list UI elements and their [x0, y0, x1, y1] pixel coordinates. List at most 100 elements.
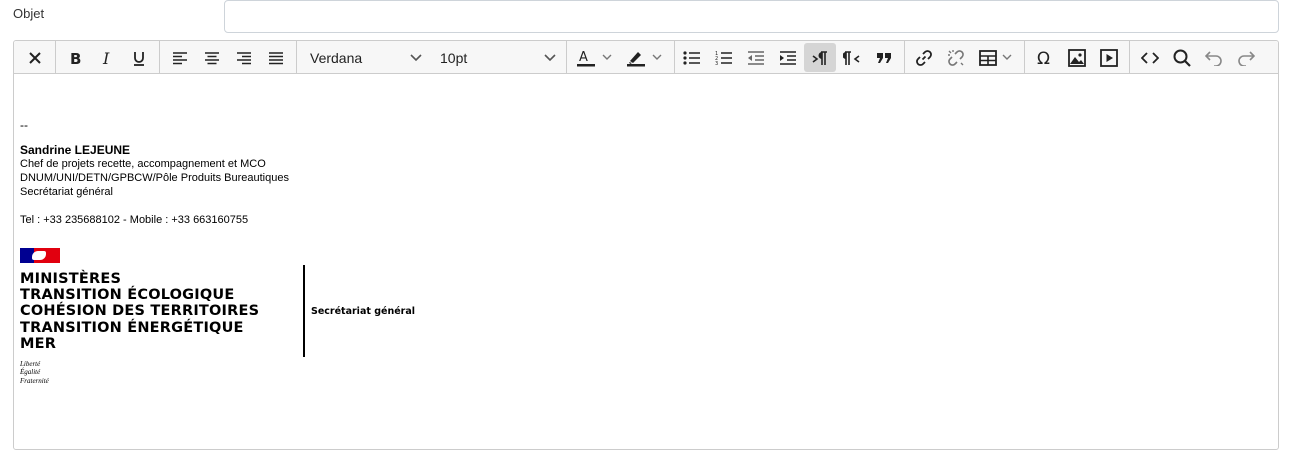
ministry-line: TRANSITION ÉNERGÉTIQUE	[20, 319, 244, 336]
outdent-button[interactable]	[740, 43, 772, 72]
toolbar-separator	[1024, 41, 1025, 73]
align-center-button[interactable]	[196, 43, 228, 72]
redo-button[interactable]	[1230, 43, 1262, 72]
font-family-select[interactable]: Verdana	[298, 43, 430, 72]
highlight-color-button[interactable]	[620, 43, 668, 72]
chevron-down-icon	[652, 54, 662, 60]
numbered-list-button[interactable]: 123	[708, 43, 740, 72]
toolbar-separator	[566, 41, 567, 73]
chevron-down-icon	[544, 53, 556, 61]
justify-icon	[269, 51, 283, 64]
svg-text:B: B	[70, 50, 81, 66]
underline-button[interactable]	[123, 43, 155, 72]
underline-icon	[134, 51, 144, 66]
font-family-value: Verdana	[310, 49, 363, 66]
toolbar-separator	[904, 41, 905, 73]
align-right-icon	[237, 51, 251, 64]
paragraph-rtl-icon	[843, 50, 860, 65]
undo-icon	[1205, 50, 1222, 66]
toolbar-separator	[674, 41, 675, 73]
rich-text-editor: B I Verdana 10pt A 1 2 3 Ω -- Sandrine L…	[13, 40, 1279, 450]
rtl-button[interactable]	[836, 43, 868, 72]
bullet-list-icon	[683, 50, 700, 65]
highlighter-icon	[627, 51, 645, 66]
indent-icon	[780, 50, 796, 65]
table-button[interactable]	[972, 43, 1018, 72]
source-code-button[interactable]	[1134, 43, 1166, 72]
signature-department: DNUM/UNI/DETN/GPBCW/Pôle Produits Bureau…	[20, 172, 289, 184]
blockquote-button[interactable]	[868, 43, 900, 72]
outdent-icon	[748, 50, 764, 65]
link-button[interactable]	[908, 43, 940, 72]
image-icon	[1068, 48, 1086, 67]
toolbar-separator	[55, 41, 56, 73]
svg-text:3: 3	[715, 61, 718, 66]
link-icon	[916, 49, 932, 66]
justify-button[interactable]	[260, 43, 292, 72]
logo-side-label: Secrétariat général	[311, 306, 415, 317]
signature-separator: --	[20, 118, 28, 132]
subject-input[interactable]	[224, 0, 1279, 33]
marianne-flag-logo	[20, 248, 60, 263]
clear-formatting-button[interactable]	[19, 43, 51, 72]
numbered-list-icon: 123	[715, 51, 732, 66]
font-size-value: 10pt	[440, 49, 468, 66]
svg-text:Ω: Ω	[1037, 49, 1050, 67]
unlink-icon	[948, 49, 964, 66]
table-icon	[978, 49, 997, 66]
chevron-down-icon	[602, 54, 612, 60]
editor-toolbar: B I Verdana 10pt A 1 2 3 Ω	[14, 41, 1278, 74]
toolbar-separator	[1129, 41, 1130, 73]
toolbar-separator	[296, 41, 297, 73]
republic-motto: Liberté Égalité Fraternité	[20, 360, 49, 385]
image-button[interactable]	[1061, 43, 1093, 72]
toolbar-separator	[159, 41, 160, 73]
ministry-line: MINISTÈRES	[20, 271, 122, 287]
ministry-logo-text: MINISTÈRES TRANSITION ÉCOLOGIQUE COHÉSIO…	[20, 271, 259, 352]
ministry-line: MER	[20, 335, 57, 352]
italic-button[interactable]: I	[91, 43, 123, 72]
special-character-button[interactable]: Ω	[1029, 43, 1061, 72]
close-icon	[29, 51, 41, 64]
italic-icon: I	[102, 50, 110, 66]
ministry-line: COHÉSION DES TERRITOIRES	[20, 303, 260, 320]
chevron-down-icon	[410, 53, 422, 61]
chevron-down-icon	[1002, 54, 1011, 60]
paragraph-ltr-icon	[812, 50, 827, 65]
logo-divider	[303, 265, 305, 357]
search-icon	[1173, 49, 1191, 67]
svg-text:I: I	[102, 50, 110, 66]
editor-content-area[interactable]: -- Sandrine LEJEUNE Chef de projets rece…	[14, 74, 1278, 449]
align-right-button[interactable]	[228, 43, 260, 72]
subject-label: Objet	[13, 6, 45, 21]
ministry-line: TRANSITION ÉCOLOGIQUE	[20, 287, 235, 304]
motto-line: Liberté	[20, 360, 41, 368]
unlink-button[interactable]	[940, 43, 972, 72]
undo-button[interactable]	[1198, 43, 1230, 72]
search-replace-button[interactable]	[1166, 43, 1198, 72]
omega-icon: Ω	[1037, 49, 1050, 67]
media-button[interactable]	[1093, 43, 1125, 72]
play-icon	[1100, 48, 1118, 67]
signature-title: Chef de projets recette, accompagnement …	[20, 158, 266, 170]
bold-button[interactable]: B	[59, 43, 91, 72]
bullet-list-button[interactable]	[676, 43, 708, 72]
font-size-select[interactable]: 10pt	[428, 43, 564, 72]
align-left-icon	[173, 51, 187, 64]
text-color-icon: A	[577, 50, 595, 66]
redo-icon	[1238, 50, 1255, 66]
indent-button[interactable]	[772, 43, 804, 72]
align-center-icon	[205, 51, 219, 64]
motto-line: Égalité	[20, 368, 41, 377]
motto-line: Fraternité	[20, 376, 49, 385]
signature-phone: Tel : +33 235688102 - Mobile : +33 66316…	[20, 214, 249, 226]
signature-service: Secrétariat général	[20, 186, 113, 198]
quote-icon	[877, 52, 891, 63]
signature-name: Sandrine LEJEUNE	[20, 143, 131, 157]
align-left-button[interactable]	[164, 43, 196, 72]
code-icon	[1141, 51, 1159, 64]
text-color-button[interactable]: A	[570, 43, 618, 72]
bold-icon: B	[70, 50, 81, 66]
svg-text:A: A	[579, 50, 588, 65]
ltr-button[interactable]	[804, 43, 836, 72]
